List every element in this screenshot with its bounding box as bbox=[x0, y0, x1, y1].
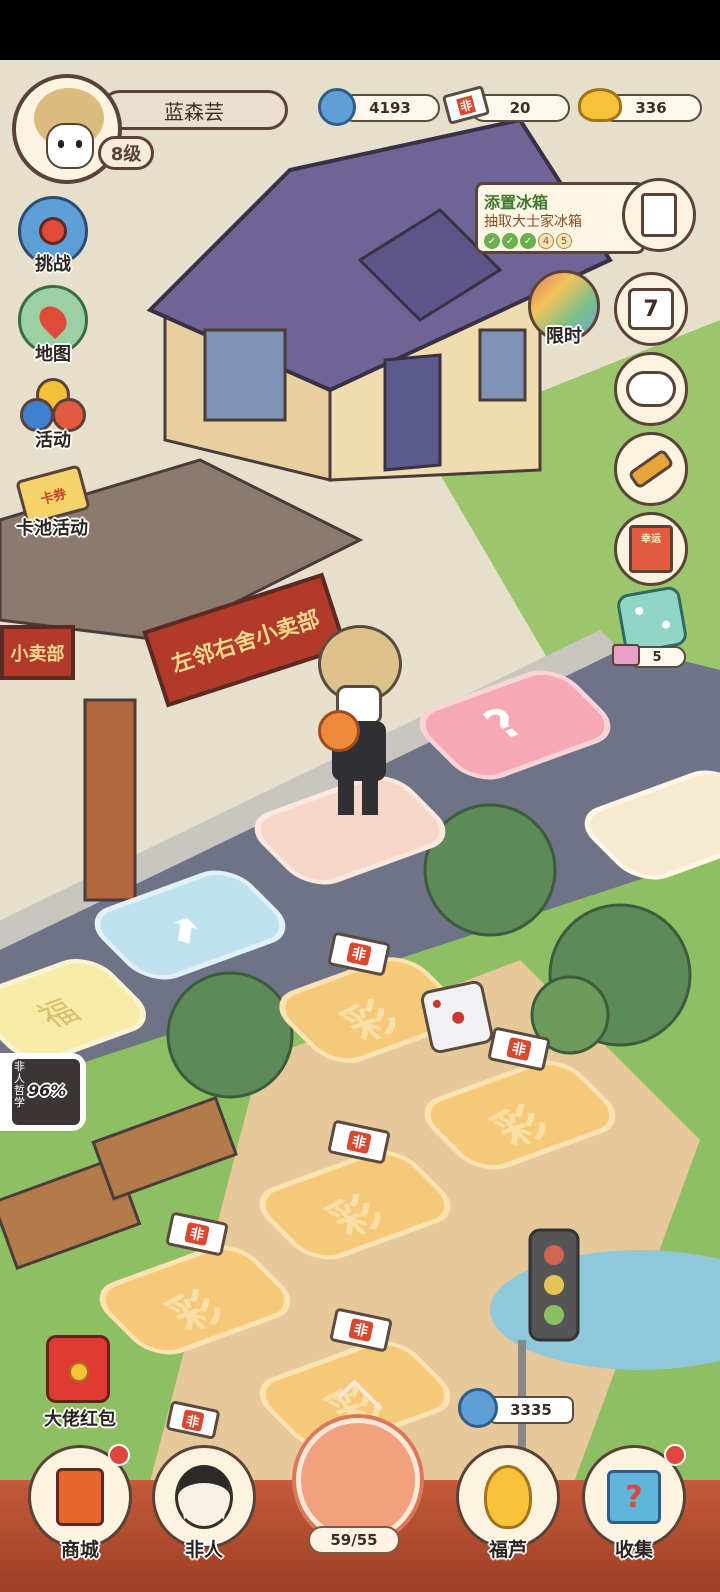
auction-button[interactable] bbox=[614, 432, 688, 506]
map-label: 地图 bbox=[35, 344, 71, 365]
hulu-button[interactable] bbox=[456, 1445, 560, 1549]
task-subtitle: 抽取大士家冰箱 bbox=[484, 214, 582, 230]
question-mark: ? bbox=[472, 699, 537, 749]
feiren-avatar-thumb: 非人哲学 96% bbox=[12, 1059, 80, 1125]
collect-label: 收集 bbox=[614, 1539, 653, 1561]
chat-button[interactable] bbox=[614, 352, 688, 426]
card-pool-label: 卡池活动 bbox=[16, 518, 88, 539]
red-packet-button[interactable] bbox=[46, 1335, 110, 1403]
gold-ingot-icon bbox=[578, 88, 622, 122]
player-character bbox=[310, 625, 410, 825]
player-name: 蓝森芸 bbox=[164, 99, 224, 124]
red-packet-icon bbox=[69, 1362, 89, 1382]
cloud-coin-icon bbox=[458, 1388, 498, 1428]
bag-text: 福 bbox=[28, 993, 89, 1035]
activity-label: 活动 bbox=[35, 430, 71, 451]
tile-glyph: 彩 bbox=[330, 994, 413, 1050]
vending-machine-icon bbox=[56, 1468, 104, 1526]
shop-label: 商城 bbox=[60, 1539, 99, 1561]
lottery-button[interactable]: 幸运 bbox=[614, 512, 688, 586]
feiren-button[interactable] bbox=[152, 1445, 256, 1549]
cloud-coin-icon bbox=[318, 88, 356, 126]
board-dice[interactable] bbox=[419, 979, 495, 1055]
calendar-icon: 7 bbox=[628, 288, 674, 330]
hulu-label: 福芦 bbox=[488, 1539, 527, 1561]
red-packet-label: 大佬红包 bbox=[44, 1409, 116, 1430]
task-clipboard-button[interactable] bbox=[622, 178, 696, 252]
collect-notification-dot bbox=[664, 1444, 686, 1466]
backpack bbox=[318, 710, 360, 752]
shop-notification-dot bbox=[108, 1444, 130, 1466]
gavel-icon bbox=[627, 448, 675, 490]
calendar-button[interactable]: 7 bbox=[614, 272, 688, 346]
dice-progress: 59/55 bbox=[308, 1526, 400, 1554]
feiren-character-icon bbox=[175, 1465, 233, 1529]
tile-glyph: 彩 bbox=[155, 1284, 238, 1340]
feiren-label: 非人 bbox=[184, 1539, 223, 1561]
hulu-cost: 3335 bbox=[488, 1396, 574, 1424]
lottery-card-icon: 幸运 bbox=[629, 525, 673, 573]
joystick-icon bbox=[39, 217, 67, 245]
mystery-box-icon: ? bbox=[607, 1470, 661, 1524]
tile-glyph: 彩 bbox=[480, 1099, 563, 1155]
progress-percent: 96% bbox=[28, 1081, 67, 1100]
limited-label: 限时 bbox=[546, 326, 582, 347]
player-name-bar: 蓝森芸 bbox=[100, 90, 288, 130]
arrow-icon: ⬈ bbox=[150, 906, 219, 954]
roll-dice-button[interactable] bbox=[296, 1418, 420, 1542]
progress-avatar-panel[interactable]: 非人哲学 96% bbox=[0, 1053, 86, 1131]
task-title: 添置冰箱 bbox=[484, 193, 549, 212]
game-scene: ? ⬈ 福 彩 彩 彩 彩 彩 非 非 非 非 非 非 左邻右舍小卖部 小卖部 … bbox=[0, 60, 720, 1592]
task-card[interactable]: 添置冰箱 抽取大士家冰箱 ✓ ✓ ✓ 4 5 bbox=[475, 182, 645, 254]
card-ticket-icon: 卡券 bbox=[39, 486, 69, 508]
gourd-icon bbox=[484, 1465, 532, 1529]
challenge-label: 挑战 bbox=[35, 254, 71, 275]
task-steps: ✓ ✓ ✓ 4 5 bbox=[484, 233, 572, 249]
chat-bubble-icon bbox=[626, 371, 676, 407]
tile-glyph: 彩 bbox=[315, 1189, 398, 1245]
dice-ticket-icon bbox=[612, 644, 640, 666]
map-pin-icon bbox=[33, 300, 73, 340]
clipboard-icon bbox=[641, 193, 677, 237]
shop-side-sign: 小卖部 bbox=[0, 625, 75, 680]
player-level-badge: 8级 bbox=[98, 136, 154, 170]
status-bar bbox=[0, 0, 720, 60]
